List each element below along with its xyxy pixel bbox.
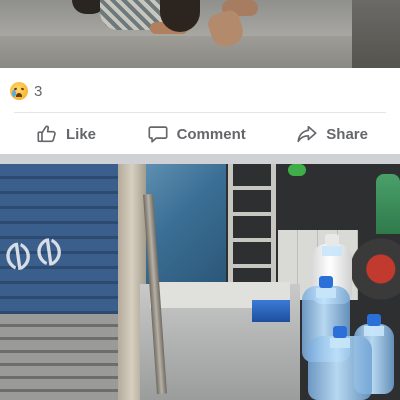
reaction-count: 3: [34, 82, 43, 100]
share-arrow-icon: [297, 125, 317, 143]
post-photo[interactable]: [0, 0, 400, 68]
blue-box: [252, 300, 290, 322]
graffiti-text: ᱵᱵ: [1, 228, 70, 281]
ladder: [228, 164, 276, 284]
post-action-bar: Like Comment Share: [0, 114, 400, 154]
photo-detail: [288, 164, 306, 176]
photo-person: [376, 174, 400, 234]
curb: [352, 0, 400, 68]
comment-label: Comment: [176, 125, 246, 143]
pavement: [0, 36, 400, 68]
like-label: Like: [66, 125, 97, 143]
photo-motorbike: [352, 234, 400, 304]
comment-bubble-icon: [148, 126, 168, 143]
next-post-photo[interactable]: ᱵᱵ: [0, 164, 400, 400]
photo-detail: [160, 0, 200, 32]
water-jug: [308, 326, 372, 400]
metal-shutter-lower: [0, 314, 128, 400]
sad-face-icon: [10, 82, 28, 100]
share-button[interactable]: Share: [296, 123, 368, 145]
divider: [14, 112, 386, 113]
share-label: Share: [326, 125, 368, 143]
thumbs-up-icon: [37, 125, 56, 143]
reactions-summary[interactable]: 3: [10, 80, 42, 102]
feed-separator: [0, 154, 400, 164]
like-button[interactable]: Like: [36, 123, 96, 145]
comment-button[interactable]: Comment: [147, 123, 246, 145]
